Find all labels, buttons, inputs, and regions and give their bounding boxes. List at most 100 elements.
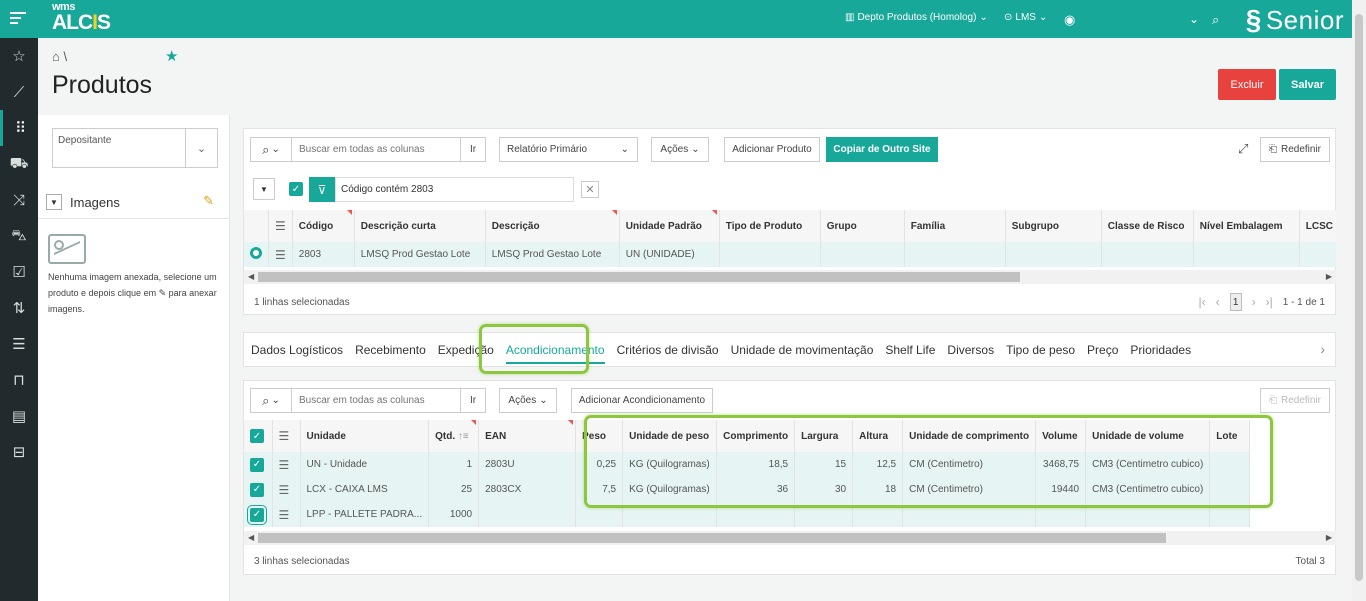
column-header[interactable]: Comprimento: [716, 420, 796, 452]
prev-page-icon[interactable]: ‹: [1216, 295, 1220, 309]
packaging-reset-button[interactable]: ⎗ Redefinir: [1260, 388, 1330, 413]
user-icon[interactable]: ◉: [1064, 12, 1075, 28]
column-header[interactable]: Nível Embalagem: [1193, 210, 1300, 242]
sort-ascending-icon[interactable]: ↑≡: [455, 431, 469, 442]
lock-icon[interactable]: ⊓: [0, 362, 38, 398]
scrollbar-thumb[interactable]: [258, 272, 1020, 282]
last-page-icon[interactable]: ›|: [1266, 295, 1273, 309]
archive-icon[interactable]: ▤: [0, 398, 38, 434]
column-header[interactable]: Unidade Padrão: [619, 210, 720, 242]
row-checkbox[interactable]: ✓: [247, 504, 267, 525]
search-column-selector[interactable]: ⌕ ⌄: [250, 137, 292, 162]
tab-preco[interactable]: Preço: [1087, 343, 1118, 364]
depositante-select[interactable]: Depositante ⌄: [52, 128, 218, 168]
column-header[interactable]: Subgrupo: [1005, 210, 1102, 242]
search-input[interactable]: [291, 137, 461, 162]
select-all-checkbox[interactable]: ✓: [250, 429, 264, 443]
table-row[interactable]: ✓ ☰ UN - Unidade 1 2803U 0,25 KG (Quilogramas)…: [244, 452, 1251, 477]
row-menu-cell[interactable]: ☰: [272, 452, 301, 477]
chevron-right-icon[interactable]: ›: [1320, 341, 1325, 357]
row-menu-icon[interactable]: ☰: [275, 248, 286, 262]
column-header[interactable]: Classe de Risco: [1101, 210, 1194, 242]
next-page-icon[interactable]: ›: [1252, 295, 1256, 309]
sync-icon[interactable]: ⇅: [0, 290, 38, 326]
menu-icon[interactable]: [10, 12, 26, 26]
column-header[interactable]: LCSC: [1299, 210, 1336, 242]
scroll-right-icon[interactable]: ▶: [1326, 270, 1332, 284]
column-header[interactable]: Unidade de peso: [622, 420, 718, 452]
collapse-toggle-icon[interactable]: ▼: [46, 194, 62, 210]
row-checkbox[interactable]: ✓: [250, 457, 264, 472]
copy-from-site-button[interactable]: Copiar de Outro Site: [826, 137, 938, 162]
row-menu-cell[interactable]: ☰: [272, 502, 301, 527]
filter-expression[interactable]: Código contém 2803: [335, 177, 574, 202]
column-header[interactable]: Grupo: [820, 210, 905, 242]
select-cell[interactable]: [244, 242, 269, 267]
horizontal-scrollbar[interactable]: ◀ ▶: [244, 270, 1336, 284]
current-page[interactable]: 1: [1229, 293, 1242, 311]
checklist-icon[interactable]: ☰: [0, 326, 38, 362]
column-header[interactable]: Peso: [575, 420, 624, 452]
row-radio[interactable]: [250, 247, 262, 259]
actions-menu-button[interactable]: Ações ⌄: [651, 137, 709, 162]
row-menu-cell[interactable]: ☰: [268, 242, 293, 267]
first-page-icon[interactable]: |‹: [1198, 295, 1205, 309]
tab-diversos[interactable]: Diversos: [947, 343, 994, 364]
depot-selector[interactable]: ▥ Depto Produtos (Homolog) ⌄: [845, 12, 988, 23]
column-header[interactable]: Largura: [794, 420, 854, 452]
select-cell[interactable]: ✓: [244, 477, 273, 502]
tab-dados-logisticos[interactable]: Dados Logísticos: [251, 343, 343, 364]
tab-tipo-de-peso[interactable]: Tipo de peso: [1006, 343, 1075, 364]
column-header[interactable]: Volume: [1035, 420, 1087, 452]
column-header[interactable]: Tipo de Produto: [719, 210, 821, 242]
filter-collapse-icon[interactable]: ▼: [253, 178, 275, 200]
scroll-left-icon[interactable]: ◀: [248, 270, 254, 284]
page-vertical-scrollbar[interactable]: [1352, 0, 1366, 601]
chevron-down-icon[interactable]: ⌄: [185, 129, 217, 167]
row-menu-cell[interactable]: ☰: [272, 477, 301, 502]
scrollbar-thumb[interactable]: [1355, 14, 1363, 581]
remove-filter-icon[interactable]: ✕: [581, 181, 599, 198]
favorite-star-icon[interactable]: ★: [165, 47, 178, 65]
table-row[interactable]: ✓ ☰ LCX - CAIXA LMS 25 2803CX 7,5 KG (Quilogra…: [244, 477, 1251, 502]
row-menu-icon[interactable]: ☰: [279, 483, 290, 497]
row-checkbox[interactable]: ✓: [250, 482, 264, 497]
add-packaging-button[interactable]: Adicionar Acondicionamento: [571, 388, 713, 413]
packaging-search-input[interactable]: [291, 388, 461, 413]
favorites-icon[interactable]: ☆: [0, 38, 38, 74]
app-logo[interactable]: wms ALCIS: [52, 2, 111, 34]
select-cell[interactable]: ✓: [244, 502, 273, 527]
home-icon[interactable]: ⌂: [52, 49, 60, 64]
column-header[interactable]: Lote: [1209, 420, 1251, 452]
tab-prioridades[interactable]: Prioridades: [1130, 343, 1191, 364]
reset-button[interactable]: ⎗ Redefinir: [1260, 137, 1330, 162]
column-header[interactable]: Altura: [852, 420, 904, 452]
expand-icon[interactable]: ⤢: [1238, 141, 1248, 157]
row-menu-header-icon[interactable]: ☰: [272, 420, 301, 452]
column-header[interactable]: EAN: [478, 420, 577, 452]
column-header[interactable]: Unidade de volume: [1085, 420, 1211, 452]
scroll-right-icon[interactable]: ▶: [1326, 531, 1332, 545]
row-menu-header-icon[interactable]: ☰: [268, 210, 293, 242]
save-button[interactable]: Salvar: [1279, 69, 1336, 100]
column-header[interactable]: Código: [292, 210, 355, 242]
packaging-actions-button[interactable]: Ações ⌄: [499, 388, 557, 413]
column-header[interactable]: Família: [904, 210, 1006, 242]
filter-enabled-checkbox[interactable]: ✓: [289, 182, 303, 196]
column-header[interactable]: Descrição: [485, 210, 620, 242]
site-selector[interactable]: ⊙ LMS ⌄: [1004, 12, 1047, 23]
analytics-icon[interactable]: ⟋: [0, 74, 38, 110]
table-row[interactable]: ✓ ☰ LPP - PALLETE PADRA... 1000: [244, 502, 1251, 527]
add-product-button[interactable]: Adicionar Produto: [724, 137, 820, 162]
attach-icon[interactable]: ✎: [203, 193, 214, 209]
tab-recebimento[interactable]: Recebimento: [355, 343, 426, 364]
delete-button[interactable]: Excluir: [1218, 69, 1276, 100]
column-header[interactable]: Qtd. ↑≡: [428, 420, 480, 452]
search-icon[interactable]: ⌕: [1212, 12, 1219, 28]
select-all-header[interactable]: ✓: [244, 420, 273, 452]
horizontal-scrollbar[interactable]: ◀ ▶: [244, 531, 1336, 545]
tab-expedicao[interactable]: Expedição: [438, 343, 494, 364]
toolbox-icon[interactable]: ⊟: [0, 434, 38, 470]
scroll-left-icon[interactable]: ◀: [248, 531, 254, 545]
search-column-selector[interactable]: ⌕ ⌄: [250, 388, 292, 413]
